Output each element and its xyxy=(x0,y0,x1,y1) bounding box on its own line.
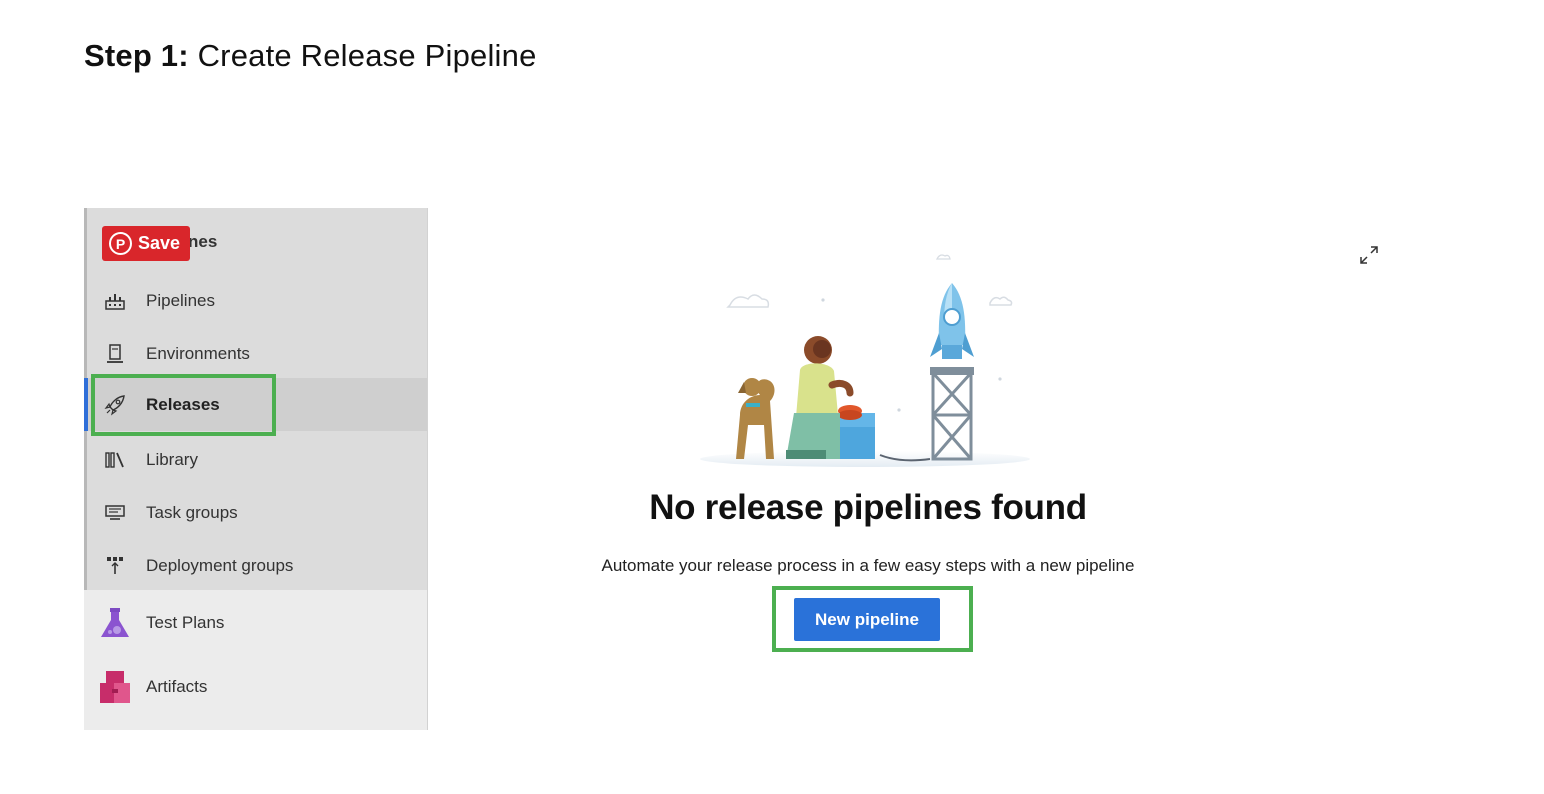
sidebar-item-label: Library xyxy=(146,449,198,469)
test-plans-icon xyxy=(98,606,132,640)
sidebar-item-test-plans[interactable]: Test Plans xyxy=(84,596,427,649)
page-heading: Step 1: Create Release Pipeline xyxy=(84,38,537,74)
heading-step: Step 1: xyxy=(84,38,189,73)
sidebar-item-label: Environments xyxy=(146,343,250,363)
sidebar-item-artifacts[interactable]: Artifacts xyxy=(84,660,427,713)
active-indicator xyxy=(84,378,88,431)
sidebar-item-task-groups[interactable]: Task groups xyxy=(84,486,427,539)
sidebar-item-deployment-groups[interactable]: Deployment groups xyxy=(84,539,427,592)
sidebar-item-label: Deployment groups xyxy=(146,555,294,575)
heading-title: Create Release Pipeline xyxy=(197,38,537,73)
sidebar: nes Pipelines Environments Releases Libr… xyxy=(84,208,428,730)
empty-state-illustration xyxy=(690,245,1040,470)
sidebar-item-label: Test Plans xyxy=(146,612,225,632)
sidebar-item-label: Task groups xyxy=(146,502,238,522)
sidebar-item-pipelines[interactable]: Pipelines xyxy=(84,274,427,327)
empty-state-description: Automate your release process in a few e… xyxy=(601,556,1135,575)
deployment-groups-icon xyxy=(102,553,128,579)
artifacts-icon xyxy=(98,669,132,705)
sidebar-header-label: nes xyxy=(188,232,218,251)
expand-icon[interactable] xyxy=(1357,243,1381,267)
empty-state-title: No release pipelines found xyxy=(649,488,1087,527)
environments-icon xyxy=(102,341,128,367)
pipelines-icon xyxy=(102,288,128,314)
new-pipeline-highlight-box xyxy=(772,586,973,652)
sidebar-item-label: Artifacts xyxy=(146,676,208,696)
task-groups-icon xyxy=(102,500,128,526)
pinterest-icon: P xyxy=(109,232,132,255)
library-icon xyxy=(102,447,128,473)
pinterest-save-button[interactable]: P Save xyxy=(102,226,190,261)
sidebar-item-label: Pipelines xyxy=(146,290,215,310)
sidebar-item-environments[interactable]: Environments xyxy=(84,327,427,380)
pinterest-save-label: Save xyxy=(138,233,181,253)
releases-highlight-box xyxy=(91,374,276,436)
sidebar-item-library[interactable]: Library xyxy=(84,433,427,486)
